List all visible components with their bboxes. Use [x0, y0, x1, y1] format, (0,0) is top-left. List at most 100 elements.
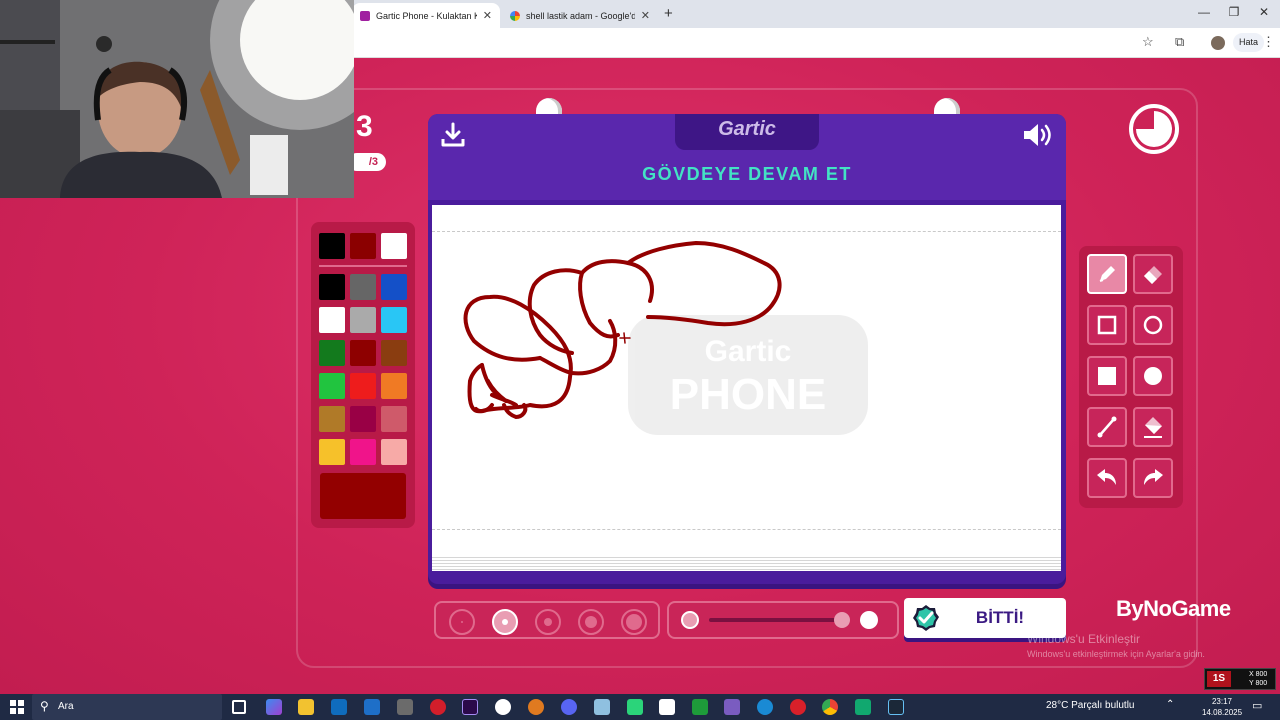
menu-kebab-icon[interactable]: ⋮	[1262, 34, 1275, 50]
line-icon	[1097, 416, 1117, 438]
windows-start-icon[interactable]	[10, 700, 24, 714]
fps-y-value: Y 800	[1249, 680, 1268, 687]
color-swatch[interactable]	[319, 307, 345, 333]
fill-tool[interactable]	[1133, 407, 1173, 447]
color-swatch[interactable]	[350, 406, 376, 432]
new-tab-icon[interactable]: +	[664, 5, 673, 22]
avatar[interactable]	[1211, 36, 1225, 50]
weather-widget[interactable]: 28°C Parçalı bulutlu	[1046, 700, 1135, 711]
color-swatch[interactable]	[319, 340, 345, 366]
brush-size-2[interactable]	[492, 609, 518, 635]
undo-tool[interactable]	[1087, 458, 1127, 498]
color-swatch[interactable]	[350, 307, 376, 333]
canvas-watermark: Gartic PHONE	[628, 315, 868, 435]
close-window-icon[interactable]: ✕	[1254, 5, 1274, 19]
after-effects-icon[interactable]	[462, 699, 478, 715]
circle-filled-tool[interactable]	[1133, 356, 1173, 396]
color-swatch[interactable]	[381, 406, 407, 432]
fill-bucket-icon	[1144, 417, 1162, 438]
color-swatch[interactable]	[350, 233, 376, 259]
rectangle-outline-tool[interactable]	[1087, 305, 1127, 345]
pencil-icon	[1099, 266, 1115, 282]
clock[interactable]: 23:17 14.08.2025	[1202, 696, 1242, 718]
color-swatch[interactable]	[381, 439, 407, 465]
webcam-feed	[0, 0, 354, 198]
bookmark-star-icon[interactable]: ☆	[1142, 34, 1154, 50]
notification-icon[interactable]: ▭	[1252, 699, 1262, 712]
restore-icon[interactable]: ❐	[1224, 5, 1244, 19]
brush-size-selector	[434, 601, 660, 639]
pencil-tool[interactable]	[1087, 254, 1127, 294]
taskbar-search[interactable]: ⚲ Ara	[32, 694, 222, 720]
brush-size-1[interactable]	[449, 609, 475, 635]
close-tab-icon[interactable]: ✕	[483, 9, 492, 22]
color-swatch[interactable]	[381, 274, 407, 300]
color-swatch[interactable]	[319, 233, 345, 259]
download-icon[interactable]	[440, 122, 466, 148]
redo-tool[interactable]	[1133, 458, 1173, 498]
drawing-strokes: Gartic PHONE	[463, 241, 868, 435]
task-title: GÖVDEYE DEVAM ET	[642, 164, 852, 184]
color-swatch[interactable]	[319, 439, 345, 465]
color-swatch[interactable]	[350, 340, 376, 366]
close-tab-icon[interactable]: ✕	[641, 9, 650, 22]
task-view-icon[interactable]	[232, 700, 246, 714]
app-icon[interactable]	[855, 699, 871, 715]
opera-icon[interactable]	[430, 699, 446, 715]
brush-size-3[interactable]	[535, 609, 561, 635]
rect-outline-icon	[1097, 315, 1117, 335]
clock-time: 23:17	[1211, 697, 1233, 706]
outlook-icon[interactable]	[364, 699, 380, 715]
color-swatch[interactable]	[319, 373, 345, 399]
color-swatch[interactable]	[319, 274, 345, 300]
bynogame-logo: ByNoGame	[1116, 596, 1231, 621]
redo-icon	[1144, 469, 1163, 485]
vpn-icon[interactable]	[627, 699, 643, 715]
color-swatch[interactable]	[381, 373, 407, 399]
color-swatch[interactable]	[319, 406, 345, 432]
app-icon[interactable]	[594, 699, 610, 715]
brush-size-5[interactable]	[621, 609, 647, 635]
current-color-preview[interactable]	[320, 473, 406, 519]
app-icon[interactable]	[724, 699, 740, 715]
edge-icon[interactable]	[757, 699, 773, 715]
brush-size-4[interactable]	[578, 609, 604, 635]
eraser-tool[interactable]	[1133, 254, 1173, 294]
windows-activate-title: Windows'u Etkinleştir	[1027, 632, 1140, 646]
store-icon[interactable]	[331, 699, 347, 715]
speaker-icon[interactable]	[1022, 122, 1056, 148]
undo-icon	[1097, 469, 1116, 485]
file-explorer-icon[interactable]	[298, 699, 314, 715]
tab-google-search[interactable]: shell lastik adam - Google'da A... ✕	[502, 3, 658, 28]
color-swatch[interactable]	[381, 340, 407, 366]
app-icon[interactable]	[692, 699, 708, 715]
extensions-icon[interactable]: ⧉	[1175, 34, 1184, 50]
color-swatch[interactable]	[350, 373, 376, 399]
circle-outline-icon	[1143, 315, 1163, 335]
timer-icon	[1129, 104, 1179, 154]
color-swatch[interactable]	[350, 274, 376, 300]
rectangle-filled-tool[interactable]	[1087, 356, 1127, 396]
color-swatch[interactable]	[381, 307, 407, 333]
steam-icon[interactable]	[888, 699, 904, 715]
tray-chevron-icon[interactable]: ⌃	[1166, 699, 1174, 710]
app-icon[interactable]	[397, 699, 413, 715]
chrome-icon[interactable]	[822, 699, 838, 715]
discord-icon[interactable]	[561, 699, 577, 715]
copilot-icon[interactable]	[266, 699, 282, 715]
circle-outline-tool[interactable]	[1133, 305, 1173, 345]
tab-gartic-phone[interactable]: Gartic Phone - Kulaktan Kulağa ✕	[352, 3, 500, 28]
app-icon[interactable]	[790, 699, 806, 715]
profile-error-badge[interactable]: Hata	[1233, 33, 1265, 52]
line-tool[interactable]	[1087, 407, 1127, 447]
fps-overlay: 1S X 800 Y 800	[1204, 668, 1276, 690]
tab-title: Gartic Phone - Kulaktan Kulağa	[376, 10, 477, 21]
minimize-icon[interactable]: —	[1194, 5, 1214, 19]
opacity-slider-graphic	[681, 611, 878, 629]
color-swatch[interactable]	[350, 439, 376, 465]
app-icon[interactable]	[528, 699, 544, 715]
opacity-slider[interactable]	[667, 601, 899, 639]
app-icon[interactable]	[495, 699, 511, 715]
color-swatch[interactable]	[381, 233, 407, 259]
app-icon[interactable]	[659, 699, 675, 715]
